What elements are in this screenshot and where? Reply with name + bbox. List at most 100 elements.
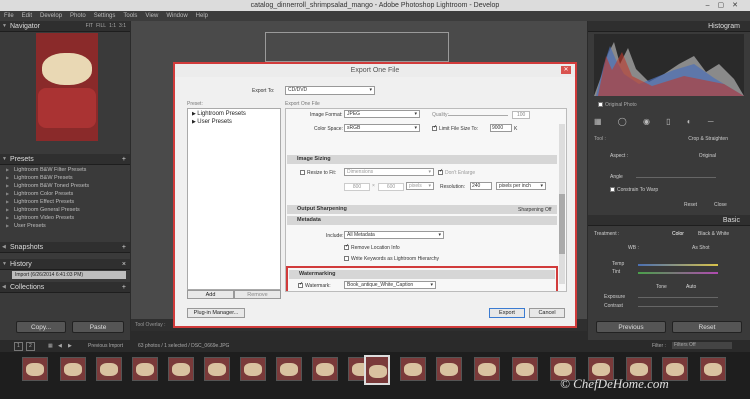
expand-icon[interactable]: ▶ <box>6 198 9 206</box>
presets-header[interactable]: ▼ Presets + <box>0 154 130 165</box>
expand-icon[interactable]: ▶ <box>6 174 9 182</box>
original-photo-checkbox[interactable] <box>598 102 603 108</box>
limit-size-checkbox[interactable] <box>432 124 437 132</box>
resize-select[interactable]: Dimensions <box>344 168 434 176</box>
menu-develop[interactable]: Develop <box>40 13 62 19</box>
aspect-value[interactable]: Original <box>699 153 716 159</box>
filmstrip-thumbnail-selected[interactable] <box>364 355 390 385</box>
export-to-select[interactable]: CD/DVD <box>285 86 375 95</box>
filmstrip-thumbnail[interactable] <box>400 357 426 381</box>
filmstrip-thumbnail[interactable] <box>512 357 538 381</box>
copy-button[interactable]: Copy... <box>16 321 66 333</box>
resize-toggle[interactable]: Resize to Fit: <box>300 170 336 176</box>
crop-overlay[interactable] <box>265 32 449 62</box>
reset-button[interactable]: Reset <box>672 321 742 333</box>
previous-button[interactable]: Previous <box>596 321 666 333</box>
auto-tone-button[interactable]: Auto <box>686 284 696 290</box>
settings-scrollbar[interactable] <box>559 124 565 284</box>
filmstrip-source[interactable]: Previous Import <box>88 340 123 352</box>
image-format-select[interactable]: JPEG <box>344 110 420 118</box>
color-space-select[interactable]: sRGB <box>344 124 420 132</box>
expand-icon[interactable]: ▶ <box>6 166 9 174</box>
dialog-close-icon[interactable]: ✕ <box>561 66 571 74</box>
width-input[interactable]: 800 <box>344 183 370 191</box>
original-photo-toggle[interactable]: Original Photo <box>598 102 637 108</box>
watermark-toggle[interactable]: Watermark: <box>298 281 331 289</box>
include-select[interactable]: All Metadata <box>344 231 444 239</box>
limit-size-input[interactable]: 9000 <box>490 124 512 132</box>
height-input[interactable]: 600 <box>378 183 404 191</box>
filmstrip-thumbnail[interactable] <box>240 357 266 381</box>
filter-select[interactable]: Filters Off <box>672 342 732 349</box>
forward-icon[interactable]: ▶ <box>68 340 72 352</box>
nav-mode-1[interactable]: FILL <box>96 23 106 29</box>
filmstrip-thumbnail[interactable] <box>168 357 194 381</box>
navigator-preview[interactable] <box>36 33 98 141</box>
remove-location-toggle[interactable]: Remove Location Info <box>344 243 400 251</box>
preset-folder[interactable]: ▶ Lightroom Color Presets <box>0 190 130 198</box>
wb-value[interactable]: As Shot <box>692 245 710 251</box>
paste-button[interactable]: Paste <box>72 321 124 333</box>
quality-value[interactable]: 100 <box>512 111 531 119</box>
expand-icon[interactable]: ▶ <box>6 206 9 214</box>
expand-icon[interactable]: ▶ <box>6 182 9 190</box>
image-sizing-header[interactable]: Image Sizing <box>287 155 557 164</box>
expand-icon[interactable]: ▶ <box>6 190 9 198</box>
filmstrip-thumbnail[interactable] <box>276 357 302 381</box>
filmstrip-thumbnail[interactable] <box>312 357 338 381</box>
preset-folder[interactable]: ▶ Lightroom General Presets <box>0 206 130 214</box>
tool-strip[interactable]: ▦ ◯ ◉ ▯ ◐ ─ <box>594 117 744 129</box>
preset-folder[interactable]: ▶ User Presets <box>0 222 130 230</box>
window-controls[interactable]: –▢✕ <box>706 0 746 11</box>
output-sharpening-header[interactable]: Output Sharpening <box>287 205 557 214</box>
menu-tools[interactable]: Tools <box>123 13 137 19</box>
quality-slider[interactable] <box>448 115 508 116</box>
preset-folder[interactable]: ▶ Lightroom B&W Toned Presets <box>0 182 130 190</box>
history-header[interactable]: ▼ History × <box>0 259 130 270</box>
angle-slider[interactable] <box>636 177 716 178</box>
watermark-select[interactable]: Book_antique_White_Caption <box>344 281 436 289</box>
preset-folder[interactable]: ▶ Lightroom Video Presets <box>0 214 130 222</box>
exposure-slider[interactable] <box>638 297 718 298</box>
preset-folder[interactable]: ▶ Lightroom Effect Presets <box>0 198 130 206</box>
add-snapshot-icon[interactable]: + <box>122 242 126 253</box>
snapshots-header[interactable]: ◀ Snapshots + <box>0 242 130 253</box>
dialog-preset-folder[interactable]: ▶ Lightroom Presets <box>188 109 280 117</box>
expand-icon[interactable]: ▶ <box>6 222 9 230</box>
basic-header[interactable]: Basic <box>588 215 750 226</box>
export-button[interactable]: Export <box>489 308 525 318</box>
menu-file[interactable]: File <box>4 13 14 19</box>
cancel-button[interactable]: Cancel <box>529 308 565 318</box>
histogram-header[interactable]: Histogram <box>588 21 750 32</box>
scrollbar-thumb[interactable] <box>559 194 565 254</box>
resolution-input[interactable]: 240 <box>470 182 492 190</box>
write-keywords-checkbox[interactable] <box>344 256 349 262</box>
menu-edit[interactable]: Edit <box>22 13 32 19</box>
filmstrip-thumbnail[interactable] <box>436 357 462 381</box>
treatment-bw[interactable]: Black & White <box>698 231 729 237</box>
metadata-header[interactable]: Metadata <box>287 216 557 225</box>
constrain-checkbox[interactable] <box>610 187 615 193</box>
nav-modes[interactable]: FIT FILL 1:1 3:1 <box>83 21 126 32</box>
navigator-header[interactable]: ▼ Navigator FIT FILL 1:1 3:1 <box>0 21 130 32</box>
filmstrip-thumbnail[interactable] <box>204 357 230 381</box>
nav-mode-2[interactable]: 1:1 <box>109 23 116 29</box>
resize-checkbox[interactable] <box>300 170 305 176</box>
tint-slider[interactable] <box>638 272 718 274</box>
limit-size-toggle[interactable]: Limit File Size To: <box>432 124 478 132</box>
dont-enlarge-checkbox[interactable] <box>438 168 443 176</box>
menu-help[interactable]: Help <box>196 13 208 19</box>
filmstrip-thumbnail[interactable] <box>132 357 158 381</box>
watermarking-header[interactable]: Watermarking <box>289 270 555 279</box>
filmstrip-thumbnail[interactable] <box>700 357 726 381</box>
resolution-unit-select[interactable]: pixels per inch <box>496 182 546 190</box>
settings-pane[interactable]: Image Format: JPEG Quality: 100 Color Sp… <box>285 108 567 292</box>
watermark-checkbox[interactable] <box>298 281 303 289</box>
back-icon[interactable]: ◀ <box>58 340 62 352</box>
menu-settings[interactable]: Settings <box>94 13 116 19</box>
add-preset-button[interactable]: Add <box>187 290 234 299</box>
nav-mode-0[interactable]: FIT <box>86 23 94 29</box>
plugin-manager-button[interactable]: Plug-in Manager... <box>187 308 245 318</box>
filmstrip-thumbnail[interactable] <box>96 357 122 381</box>
crop-reset-button[interactable]: Reset <box>684 202 697 208</box>
